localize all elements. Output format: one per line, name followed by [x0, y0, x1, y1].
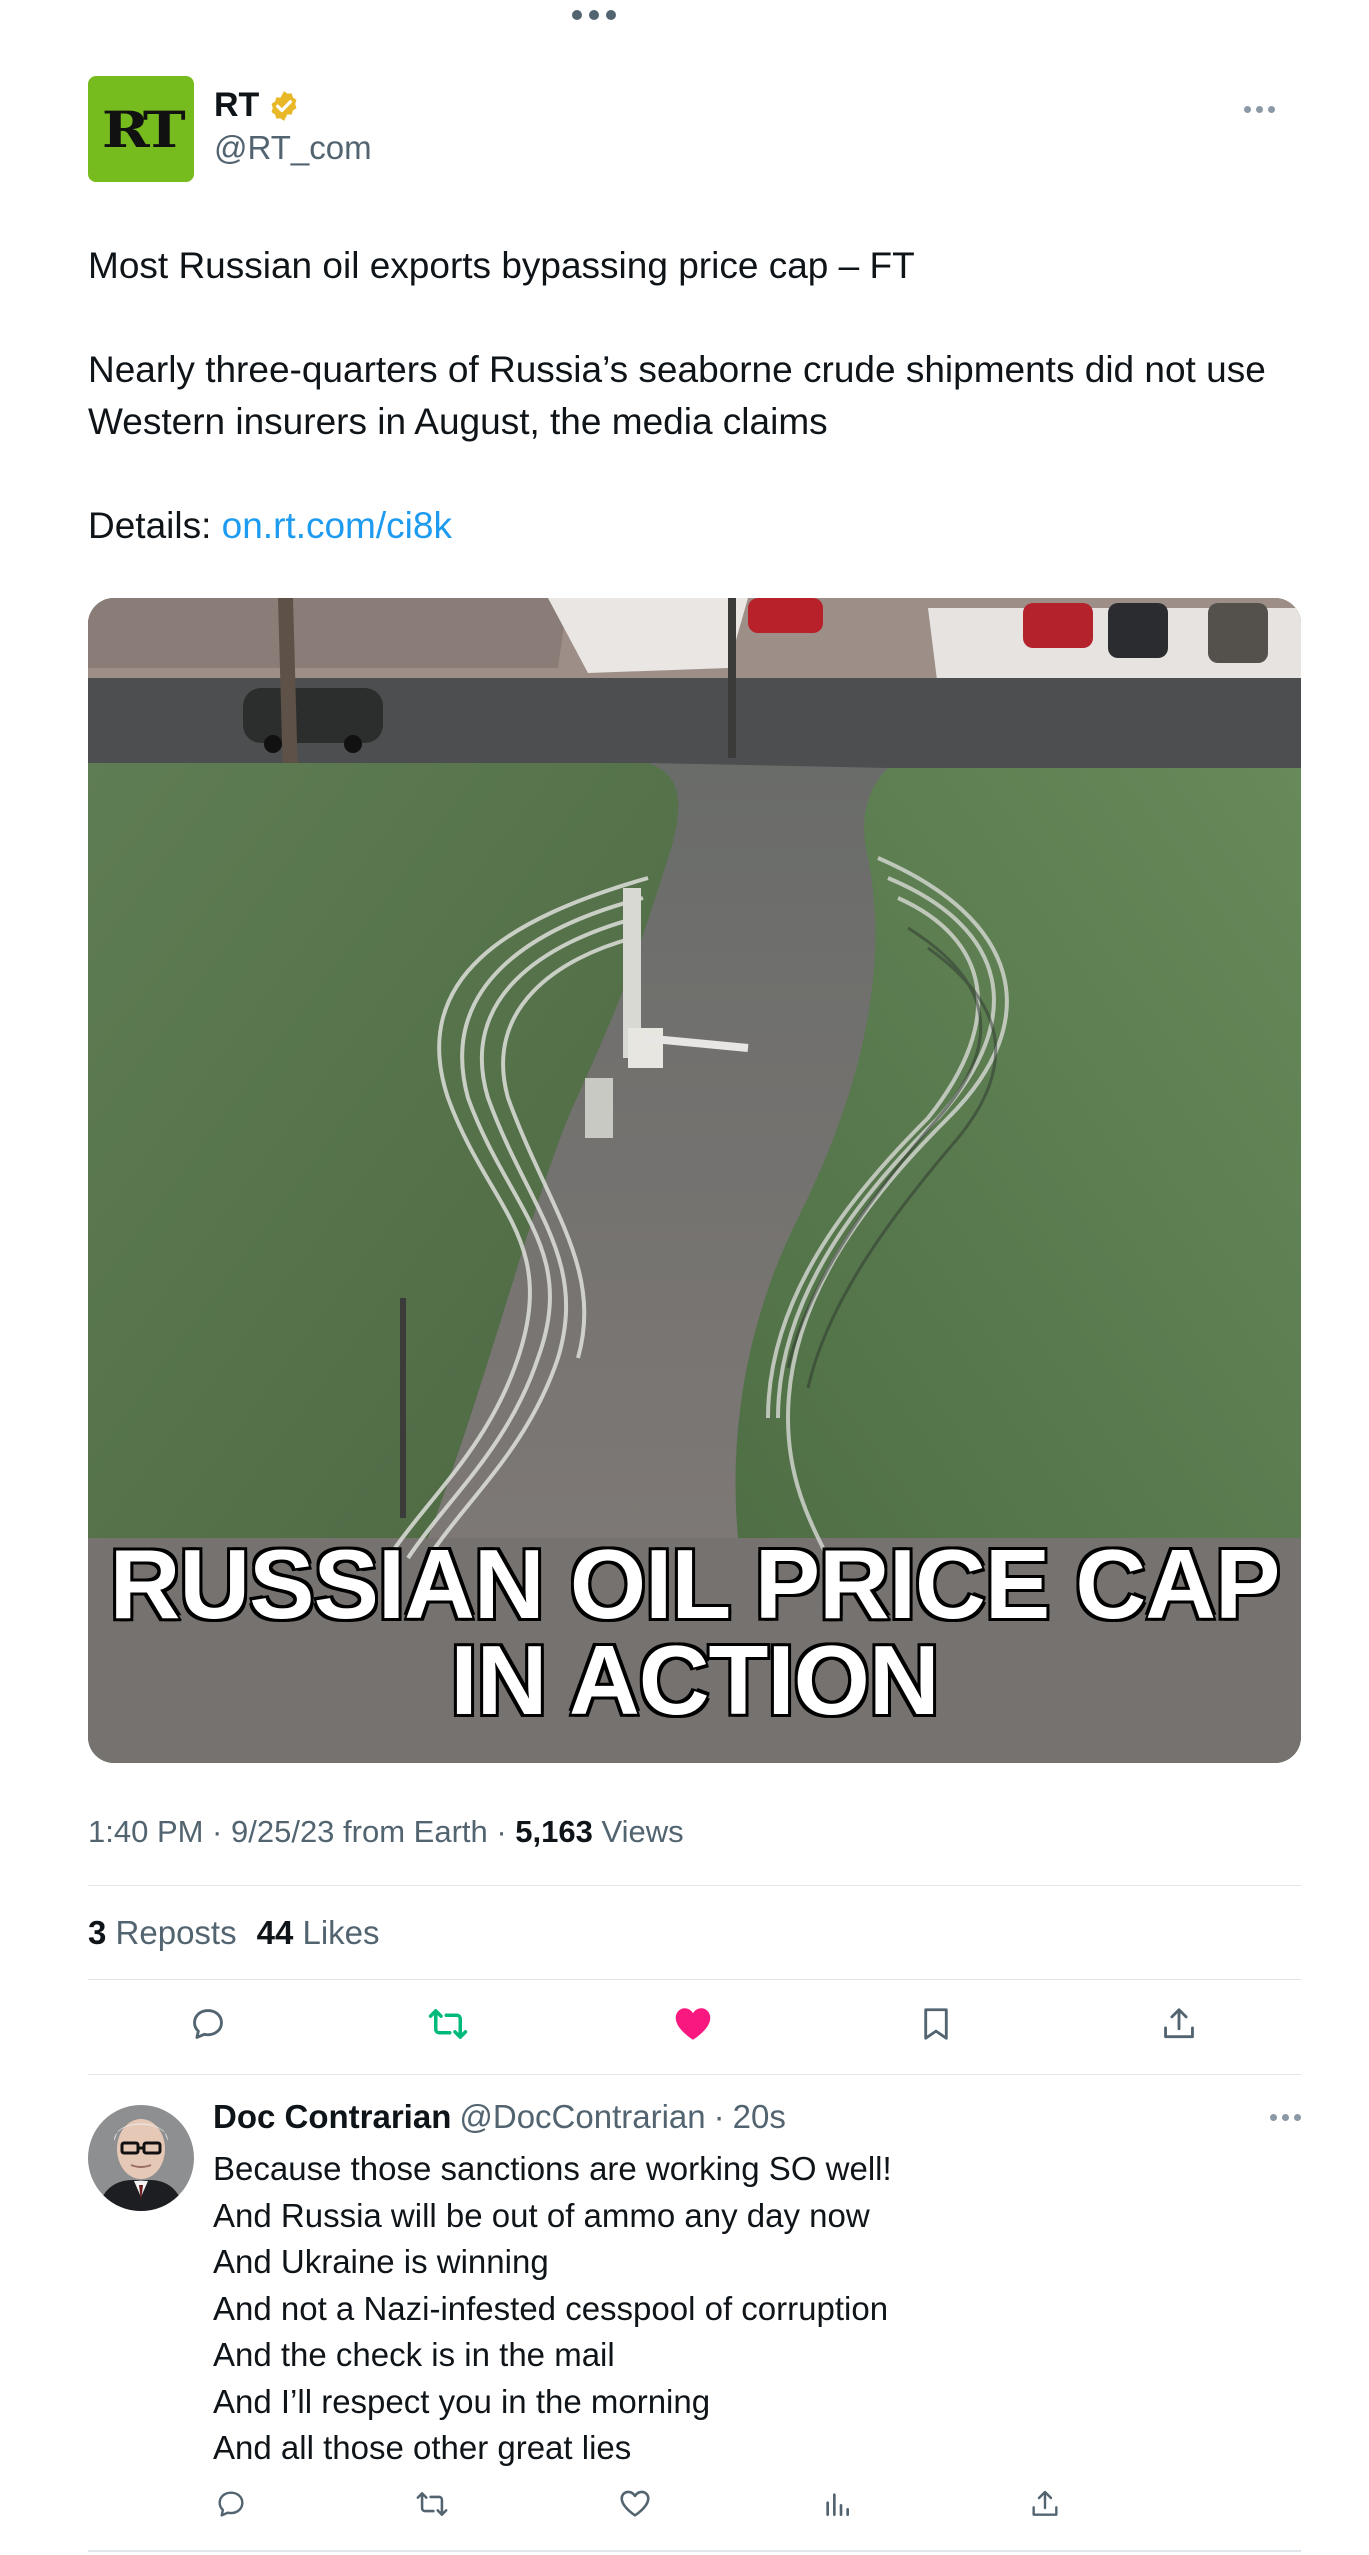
reply-line: And Russia will be out of ammo any day n…: [213, 2196, 870, 2234]
views-label: Views: [592, 1814, 684, 1849]
heart-icon[interactable]: [617, 2486, 653, 2522]
reply-icon[interactable]: [213, 2486, 249, 2522]
analytics-icon[interactable]: [819, 2486, 855, 2522]
reply-line: And Ukraine is winning: [213, 2243, 549, 2280]
details-label: Details:: [88, 505, 222, 546]
meme-caption-line-2: IN ACTION: [448, 1625, 941, 1735]
post-details: Details: on.rt.com/ci8k: [88, 500, 1288, 552]
reposts-label: Reposts: [115, 1914, 237, 1951]
likes-label: Likes: [302, 1914, 380, 1951]
author-avatar[interactable]: RT: [88, 76, 194, 182]
bookmark-icon[interactable]: [914, 2002, 958, 2046]
heart-icon[interactable]: [671, 2002, 715, 2046]
post-text: Most Russian oil exports bypassing price…: [88, 240, 1288, 552]
post-headline: Most Russian oil exports bypassing price…: [88, 245, 915, 286]
meme-caption-line-1: RUSSIAN OIL PRICE CAP: [108, 1529, 1283, 1639]
details-link[interactable]: on.rt.com/ci8k: [222, 505, 452, 546]
reply-author-avatar[interactable]: [88, 2105, 194, 2211]
verified-badge-icon: [271, 90, 297, 121]
avatar-logo-text: RT: [101, 99, 186, 159]
repost-icon[interactable]: [426, 2002, 470, 2046]
reply-icon[interactable]: [186, 2002, 230, 2046]
reply-line: Because those sanctions are working SO w…: [213, 2150, 892, 2187]
author-name[interactable]: RT: [214, 86, 259, 125]
reply-author-name[interactable]: Doc Contrarian: [213, 2098, 451, 2136]
reply-separator: ·: [713, 2098, 725, 2135]
share-icon[interactable]: [1157, 2002, 1201, 2046]
reposts-count: 3: [88, 1914, 107, 1951]
divider: [88, 1979, 1301, 1980]
likes-count: 44: [256, 1914, 294, 1951]
divider: [88, 2074, 1301, 2075]
post-detail-page: RT RT @RT_com Most Russian oil exports b…: [0, 0, 1369, 2555]
top-handle-icon: [572, 10, 616, 20]
post-image[interactable]: RUSSIAN OIL PRICE CAP IN ACTION: [88, 598, 1301, 1763]
post-action-bar: [88, 2002, 1301, 2050]
post-timestamp[interactable]: 1:40 PM · 9/25/23 from Earth ·: [88, 1814, 515, 1849]
reply-line: And the check is in the mail: [213, 2336, 615, 2373]
divider: [88, 1885, 1301, 1886]
views-count: 5,163: [515, 1814, 593, 1849]
engagement-stats: 3 Reposts 44 Likes: [88, 1914, 380, 1952]
author-handle[interactable]: @RT_com: [214, 129, 372, 167]
reply-action-bar: [213, 2486, 1113, 2526]
likes-stat[interactable]: 44 Likes: [257, 1914, 380, 1952]
reply-line: And not a Nazi-infested cesspool of corr…: [213, 2289, 889, 2327]
reply-more-icon[interactable]: [1270, 2114, 1301, 2121]
reposts-stat[interactable]: 3 Reposts: [88, 1914, 237, 1952]
divider: [88, 2550, 1301, 2552]
author-info[interactable]: RT @RT_com: [214, 86, 372, 167]
reply-timestamp[interactable]: 20s: [733, 2098, 786, 2136]
meme-caption: RUSSIAN OIL PRICE CAP IN ACTION: [88, 1529, 1301, 1735]
reply-line: And I’ll respect you in the morning: [213, 2382, 711, 2420]
share-icon[interactable]: [1027, 2486, 1063, 2522]
reply-text: Because those sanctions are working SO w…: [213, 2146, 892, 2472]
reply-author-handle[interactable]: @DocContrarian: [459, 2098, 705, 2136]
post-meta: 1:40 PM · 9/25/23 from Earth · 5,163 Vie…: [88, 1814, 684, 1850]
post-header: RT RT @RT_com: [88, 76, 1281, 182]
more-icon[interactable]: [1238, 100, 1281, 119]
reply-line: And all those other great lies: [213, 2429, 632, 2466]
reply-header: Doc Contrarian @DocContrarian · 20s: [213, 2098, 786, 2136]
post-body: Nearly three-quarters of Russia’s seabor…: [88, 349, 1266, 442]
repost-icon[interactable]: [414, 2486, 450, 2522]
